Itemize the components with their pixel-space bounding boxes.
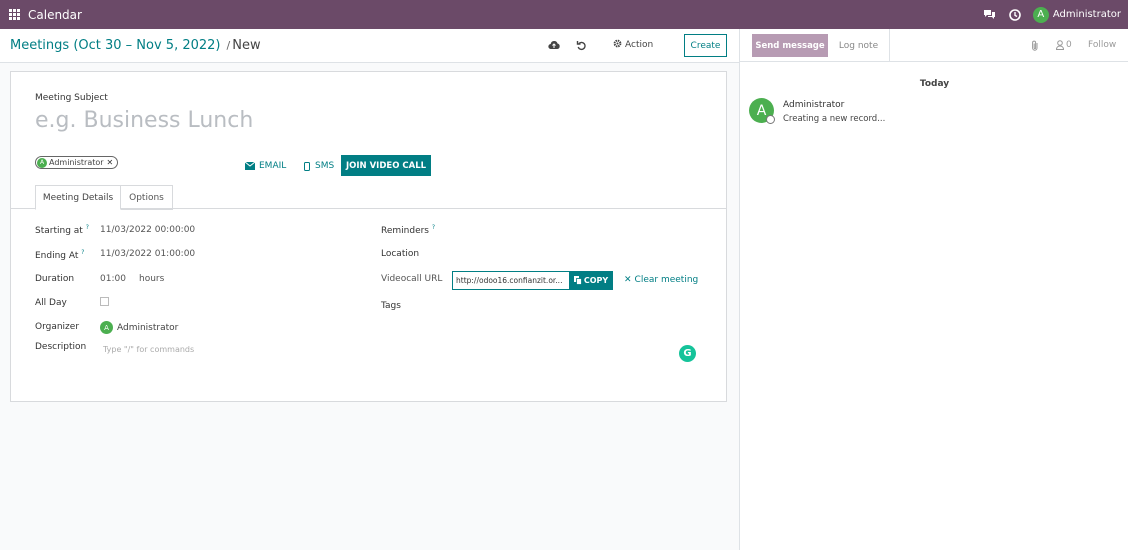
help-icon[interactable]: ? <box>432 224 435 231</box>
videocall-url-label: Videocall URL <box>381 274 443 284</box>
organizer-label: Organizer <box>35 322 80 332</box>
email-button[interactable]: EMAIL <box>245 161 286 171</box>
meeting-subject-input[interactable]: e.g. Business Lunch <box>35 108 253 133</box>
copy-label: COPY <box>583 276 609 285</box>
apps-grid-icon[interactable] <box>9 9 20 20</box>
form-sheet: Meeting Subject e.g. Business Lunch A Ad… <box>10 71 727 402</box>
discard-icon[interactable] <box>575 39 587 51</box>
all-day-label: All Day <box>35 298 67 308</box>
location-label: Location <box>381 249 420 259</box>
chat-icon[interactable] <box>983 8 997 22</box>
close-icon: ✕ <box>624 275 632 285</box>
tab-options[interactable]: Options <box>121 185 173 210</box>
follow-button[interactable]: Follow <box>1088 40 1116 50</box>
user-name: Administrator <box>1052 9 1121 20</box>
join-video-call-button[interactable]: JOIN VIDEO CALL <box>341 155 431 176</box>
chatter-topbar: Send message Log note 0 Follow <box>740 29 1128 62</box>
copy-button[interactable]: COPY <box>569 271 613 290</box>
avatar: A <box>37 157 47 168</box>
tags-label: Tags <box>381 301 401 311</box>
user-icon <box>1056 40 1064 50</box>
grammarly-icon[interactable]: G <box>679 345 696 362</box>
app-title[interactable]: Calendar <box>28 8 82 22</box>
organizer-name: Administrator <box>117 322 179 333</box>
followers-button[interactable]: 0 <box>1056 40 1072 50</box>
cloud-upload-icon[interactable] <box>548 39 560 51</box>
breadcrumb-separator: / <box>226 39 231 52</box>
followers-count: 0 <box>1066 40 1072 50</box>
control-panel: Meetings (Oct 30 – Nov 5, 2022) / New Ac… <box>0 29 739 63</box>
mobile-icon <box>304 161 310 171</box>
user-menu[interactable]: A Administrator <box>1032 6 1121 23</box>
all-day-checkbox[interactable] <box>100 297 109 306</box>
copy-icon <box>573 276 582 285</box>
paperclip-icon[interactable] <box>1030 40 1040 52</box>
sms-button[interactable]: SMS <box>304 161 334 171</box>
navbar-systray: A Administrator <box>983 0 1128 29</box>
duration-field[interactable]: 01:00 <box>100 274 126 284</box>
duration-label: Duration <box>35 274 75 284</box>
videocall-url-field[interactable]: http://odoo16.confianzit.or... <box>452 271 570 290</box>
starting-at-label: Starting at ? <box>35 224 89 236</box>
help-icon[interactable]: ? <box>81 249 84 256</box>
meeting-subject-label: Meeting Subject <box>35 93 108 103</box>
message-body: Creating a new record... <box>783 114 886 124</box>
clear-meeting-label: Clear meeting <box>634 275 699 285</box>
breadcrumb-current: New <box>232 38 261 53</box>
attendee-name: Administrator <box>49 158 104 167</box>
email-label: EMAIL <box>259 161 287 171</box>
reminders-label: Reminders ? <box>381 224 436 236</box>
message-author[interactable]: Administrator <box>783 100 844 110</box>
chatter-panel: Send message Log note 0 Follow Today A A… <box>739 29 1128 550</box>
action-label: Action <box>625 40 654 50</box>
avatar: A <box>100 321 113 334</box>
envelope-icon <box>245 162 255 170</box>
gear-icon <box>613 39 622 51</box>
clock-icon[interactable] <box>1008 8 1022 22</box>
sms-label: SMS <box>315 161 335 171</box>
ending-at-label: Ending At ? <box>35 249 85 261</box>
create-button[interactable]: Create <box>684 34 727 57</box>
organizer-field[interactable]: A Administrator <box>100 321 178 334</box>
breadcrumb-meetings[interactable]: Meetings (Oct 30 – Nov 5, 2022) <box>10 38 221 53</box>
clear-meeting-button[interactable]: ✕ Clear meeting <box>624 275 698 285</box>
duration-unit: hours <box>139 274 165 284</box>
action-menu-button[interactable]: Action <box>613 39 653 51</box>
help-icon[interactable]: ? <box>86 224 89 231</box>
description-editor[interactable]: Type "/" for commands <box>103 345 194 354</box>
starting-at-field[interactable]: 11/03/2022 00:00:00 <box>100 225 195 235</box>
send-message-button[interactable]: Send message <box>752 34 828 57</box>
close-icon[interactable]: ✕ <box>107 158 114 167</box>
log-note-button[interactable]: Log note <box>828 29 890 62</box>
status-dot <box>766 115 775 124</box>
avatar: A <box>1032 6 1049 23</box>
tab-meeting-details[interactable]: Meeting Details <box>35 185 121 210</box>
breadcrumb: Meetings (Oct 30 – Nov 5, 2022) / New <box>10 38 261 53</box>
date-separator: Today <box>919 79 950 89</box>
form-tabs: Meeting Details Options <box>11 185 726 210</box>
description-label: Description <box>35 342 87 352</box>
ending-at-field[interactable]: 11/03/2022 01:00:00 <box>100 249 195 259</box>
attendee-tag[interactable]: A Administrator ✕ <box>35 156 119 169</box>
top-navbar: Calendar A Administrator <box>0 0 1128 29</box>
